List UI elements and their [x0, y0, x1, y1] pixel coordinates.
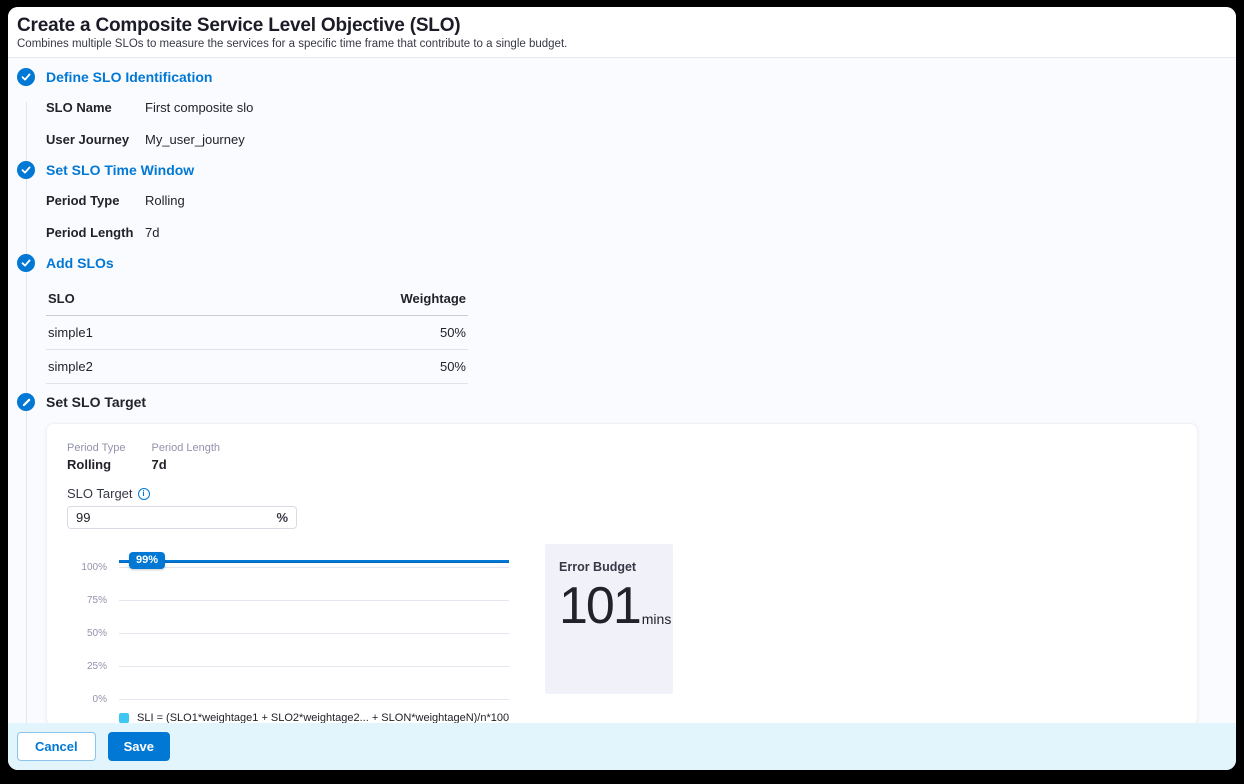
info-icon[interactable]: i — [138, 488, 150, 500]
period-length-label: Period Length — [152, 442, 221, 454]
wizard-content: Define SLO Identification SLO Name First… — [8, 58, 1236, 723]
step-title: Add SLOs — [46, 255, 114, 271]
pencil-icon — [17, 393, 35, 411]
table-cell-slo: simple1 — [46, 316, 220, 350]
error-budget-value-row: 101 mins — [559, 580, 659, 632]
step-header[interactable]: Set SLO Time Window — [46, 162, 1224, 178]
y-axis-tick: 0% — [67, 694, 107, 705]
step-add-slos: Add SLOs SLO Weightage simple1 50% simpl… — [17, 255, 1224, 384]
field-user-journey: User Journey My_user_journey — [46, 130, 1224, 150]
field-label: Period Type — [46, 191, 145, 211]
gridline-row: 50% — [67, 628, 509, 639]
slo-target-input[interactable] — [76, 510, 276, 525]
gridline-row: 0% — [67, 694, 509, 705]
step-header[interactable]: Define SLO Identification — [46, 69, 1224, 85]
page-subtitle: Combines multiple SLOs to measure the se… — [17, 38, 1224, 50]
slo-target-label-row: SLO Target i — [67, 486, 1177, 501]
gridline — [119, 699, 509, 700]
gridline-row: 75% — [67, 595, 509, 606]
field-value: My_user_journey — [145, 130, 245, 150]
page-title: Create a Composite Service Level Objecti… — [17, 15, 1224, 36]
gridline-row: 25% — [67, 661, 509, 672]
field-period-type: Period Type Rolling — [46, 191, 1224, 211]
field-label: SLO Name — [46, 98, 145, 118]
step-set-slo-target: Set SLO Target Period Type Rolling Perio… — [17, 394, 1224, 723]
sli-legend: SLI = (SLO1*weightage1 + SLO2*weightage2… — [119, 712, 1177, 723]
app-window: Create a Composite Service Level Objecti… — [8, 7, 1236, 770]
cancel-button[interactable]: Cancel — [17, 732, 96, 761]
period-length-value: 7d — [152, 457, 221, 472]
period-type-block: Period Type Rolling — [67, 442, 126, 472]
percent-suffix: % — [276, 510, 288, 525]
field-label: User Journey — [46, 130, 145, 150]
error-budget-label: Error Budget — [559, 560, 659, 574]
slo-target-card: Period Type Rolling Period Length 7d SLO… — [46, 423, 1198, 723]
period-length-block: Period Length 7d — [152, 442, 221, 472]
step-header[interactable]: Add SLOs — [46, 255, 1224, 271]
y-axis-tick: 25% — [67, 661, 107, 672]
error-budget-card: Error Budget 101 mins — [545, 544, 673, 694]
check-circle-icon — [17, 68, 35, 86]
slo-target-input-wrap: % — [67, 506, 297, 529]
table-row: simple2 50% — [46, 350, 468, 384]
step-title: Define SLO Identification — [46, 69, 212, 85]
field-value: First composite slo — [145, 98, 253, 118]
slo-target-label: SLO Target — [67, 486, 133, 501]
field-value: 7d — [145, 223, 159, 243]
table-cell-weightage: 50% — [220, 350, 468, 384]
gridline — [119, 666, 509, 667]
slo-target-chart: 100% 75% 50% 25% 0% — [67, 552, 509, 702]
table-header-weightage: Weightage — [220, 284, 468, 316]
step-header[interactable]: Set SLO Target — [46, 394, 1224, 410]
legend-swatch-icon — [119, 713, 129, 723]
target-slider-track[interactable]: 99% — [119, 560, 509, 563]
page-header: Create a Composite Service Level Objecti… — [8, 7, 1236, 58]
gridline — [119, 567, 509, 568]
error-budget-unit: mins — [642, 611, 672, 627]
y-axis-tick: 100% — [67, 562, 107, 573]
step-title: Set SLO Target — [46, 394, 146, 410]
legend-text: SLI = (SLO1*weightage1 + SLO2*weightage2… — [137, 712, 509, 723]
table-header-slo: SLO — [46, 284, 220, 316]
step-define-slo-identification: Define SLO Identification SLO Name First… — [17, 69, 1224, 150]
table-cell-slo: simple2 — [46, 350, 220, 384]
save-button[interactable]: Save — [108, 732, 170, 761]
footer-action-bar: Cancel Save — [8, 723, 1236, 770]
period-type-value: Rolling — [67, 457, 126, 472]
table-cell-weightage: 50% — [220, 316, 468, 350]
y-axis-tick: 50% — [67, 628, 107, 639]
check-circle-icon — [17, 254, 35, 272]
step-title: Set SLO Time Window — [46, 162, 194, 178]
error-budget-value: 101 — [559, 580, 640, 632]
table-row: simple1 50% — [46, 316, 468, 350]
field-slo-name: SLO Name First composite slo — [46, 98, 1224, 118]
period-type-label: Period Type — [67, 442, 126, 454]
slo-weightage-table: SLO Weightage simple1 50% simple2 50% — [46, 284, 468, 384]
slider-thumb-badge[interactable]: 99% — [129, 552, 165, 569]
field-value: Rolling — [145, 191, 185, 211]
y-axis-tick: 75% — [67, 595, 107, 606]
check-circle-icon — [17, 161, 35, 179]
field-period-length: Period Length 7d — [46, 223, 1224, 243]
period-summary: Period Type Rolling Period Length 7d — [67, 442, 1177, 472]
gridline — [119, 600, 509, 601]
field-label: Period Length — [46, 223, 145, 243]
target-chart-zone: 100% 75% 50% 25% 0% — [67, 552, 1177, 702]
step-set-slo-time-window: Set SLO Time Window Period Type Rolling … — [17, 162, 1224, 243]
gridline — [119, 633, 509, 634]
